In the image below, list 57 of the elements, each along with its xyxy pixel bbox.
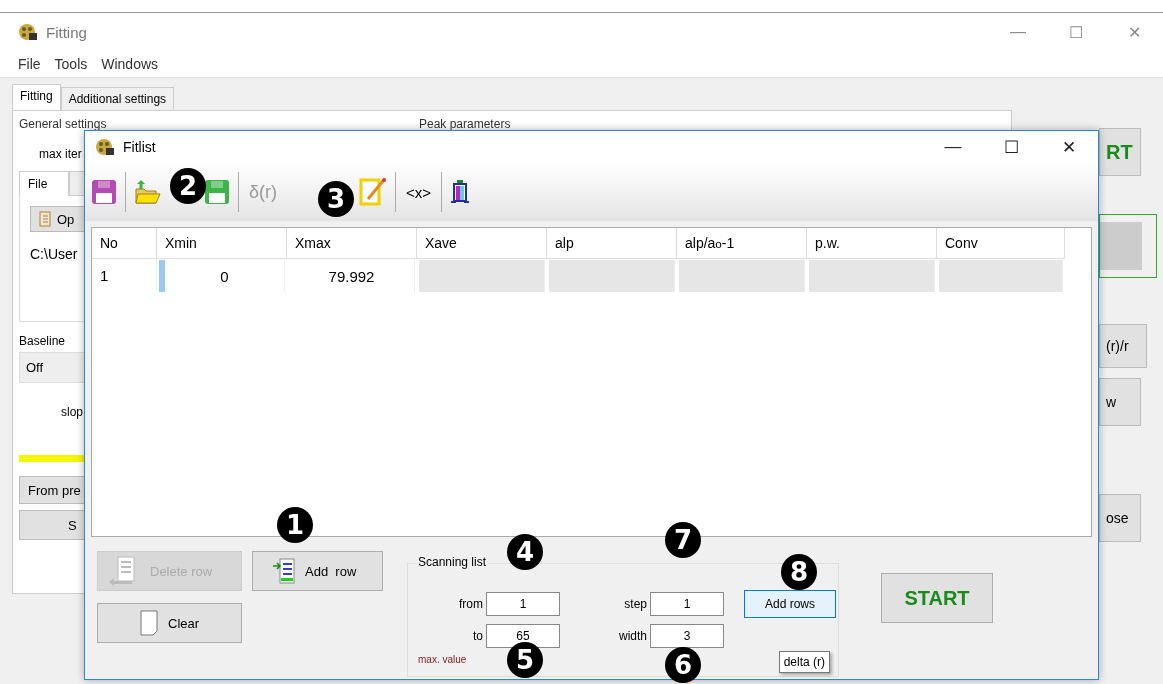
width-field[interactable]: 3 [650, 624, 724, 648]
column-header[interactable]: alp [547, 228, 677, 259]
close-button[interactable]: ose [1099, 494, 1141, 542]
average-button[interactable]: <x> [404, 183, 434, 201]
window-title: Fitlist [123, 139, 156, 155]
add-row-button[interactable]: Add row [252, 551, 383, 591]
column-header[interactable]: p.w. [807, 228, 937, 259]
tab[interactable]: Fitting [12, 84, 61, 110]
field-label: slop [61, 405, 84, 419]
group-title: Baseline [19, 334, 67, 348]
column-header[interactable]: Xmax [287, 228, 417, 259]
w-button[interactable]: w [1099, 378, 1141, 426]
field-label: from [458, 597, 484, 611]
tooltip: delta (r) [778, 651, 830, 673]
from-field[interactable]: 1 [486, 592, 560, 616]
field-label: to [472, 629, 484, 643]
to-field[interactable]: 65 [486, 624, 560, 648]
column-header[interactable]: Xmin [157, 228, 287, 259]
group-title: General settings [19, 117, 108, 131]
file-path: C:\User [30, 246, 79, 262]
column-header[interactable]: No [92, 228, 157, 259]
group-title: Scanning list [416, 555, 489, 569]
tab[interactable]: File [19, 171, 69, 196]
add-rows-button[interactable]: Add rows [744, 590, 836, 618]
field-label: step [623, 597, 648, 611]
table-cell[interactable]: 0 [159, 260, 285, 292]
ratio-button[interactable]: (r)/r [1099, 324, 1147, 368]
field-label: max iter [39, 147, 83, 161]
notepad-icon[interactable] [359, 177, 387, 207]
field-label: width [618, 629, 648, 643]
hint-text: max. value [417, 654, 467, 665]
minimize-button[interactable]: — [989, 22, 1047, 42]
group-title: Peak parameters [419, 117, 512, 131]
preview-frame [1099, 214, 1157, 278]
notebook-icon [39, 211, 51, 227]
app-icon [95, 138, 115, 156]
maximize-button[interactable]: ☐ [1047, 22, 1105, 42]
menu-item[interactable]: File [18, 56, 41, 72]
close-button[interactable]: ✕ [1040, 136, 1098, 158]
list-add-icon [273, 558, 295, 584]
window-title: Fitting [46, 23, 87, 41]
table-cell[interactable]: 79.992 [289, 260, 415, 292]
page-icon [140, 610, 158, 636]
close-button[interactable]: ✕ [1105, 22, 1163, 42]
save-icon[interactable] [204, 179, 230, 205]
column-header[interactable]: Xave [417, 228, 547, 259]
column-header[interactable]: Conv [937, 228, 1065, 259]
table-cell: 1 [92, 259, 157, 291]
maximize-button[interactable]: ☐ [982, 136, 1040, 158]
tab[interactable]: Additional settings [60, 87, 175, 110]
open-folder-icon[interactable] [134, 179, 162, 205]
clear-button[interactable]: Clear [97, 603, 242, 643]
step-field[interactable]: 1 [650, 592, 724, 616]
minimize-button[interactable]: — [924, 136, 982, 158]
menu-item[interactable]: Windows [101, 56, 159, 72]
app-icon [18, 23, 38, 41]
menu-item[interactable]: Tools [54, 56, 88, 72]
